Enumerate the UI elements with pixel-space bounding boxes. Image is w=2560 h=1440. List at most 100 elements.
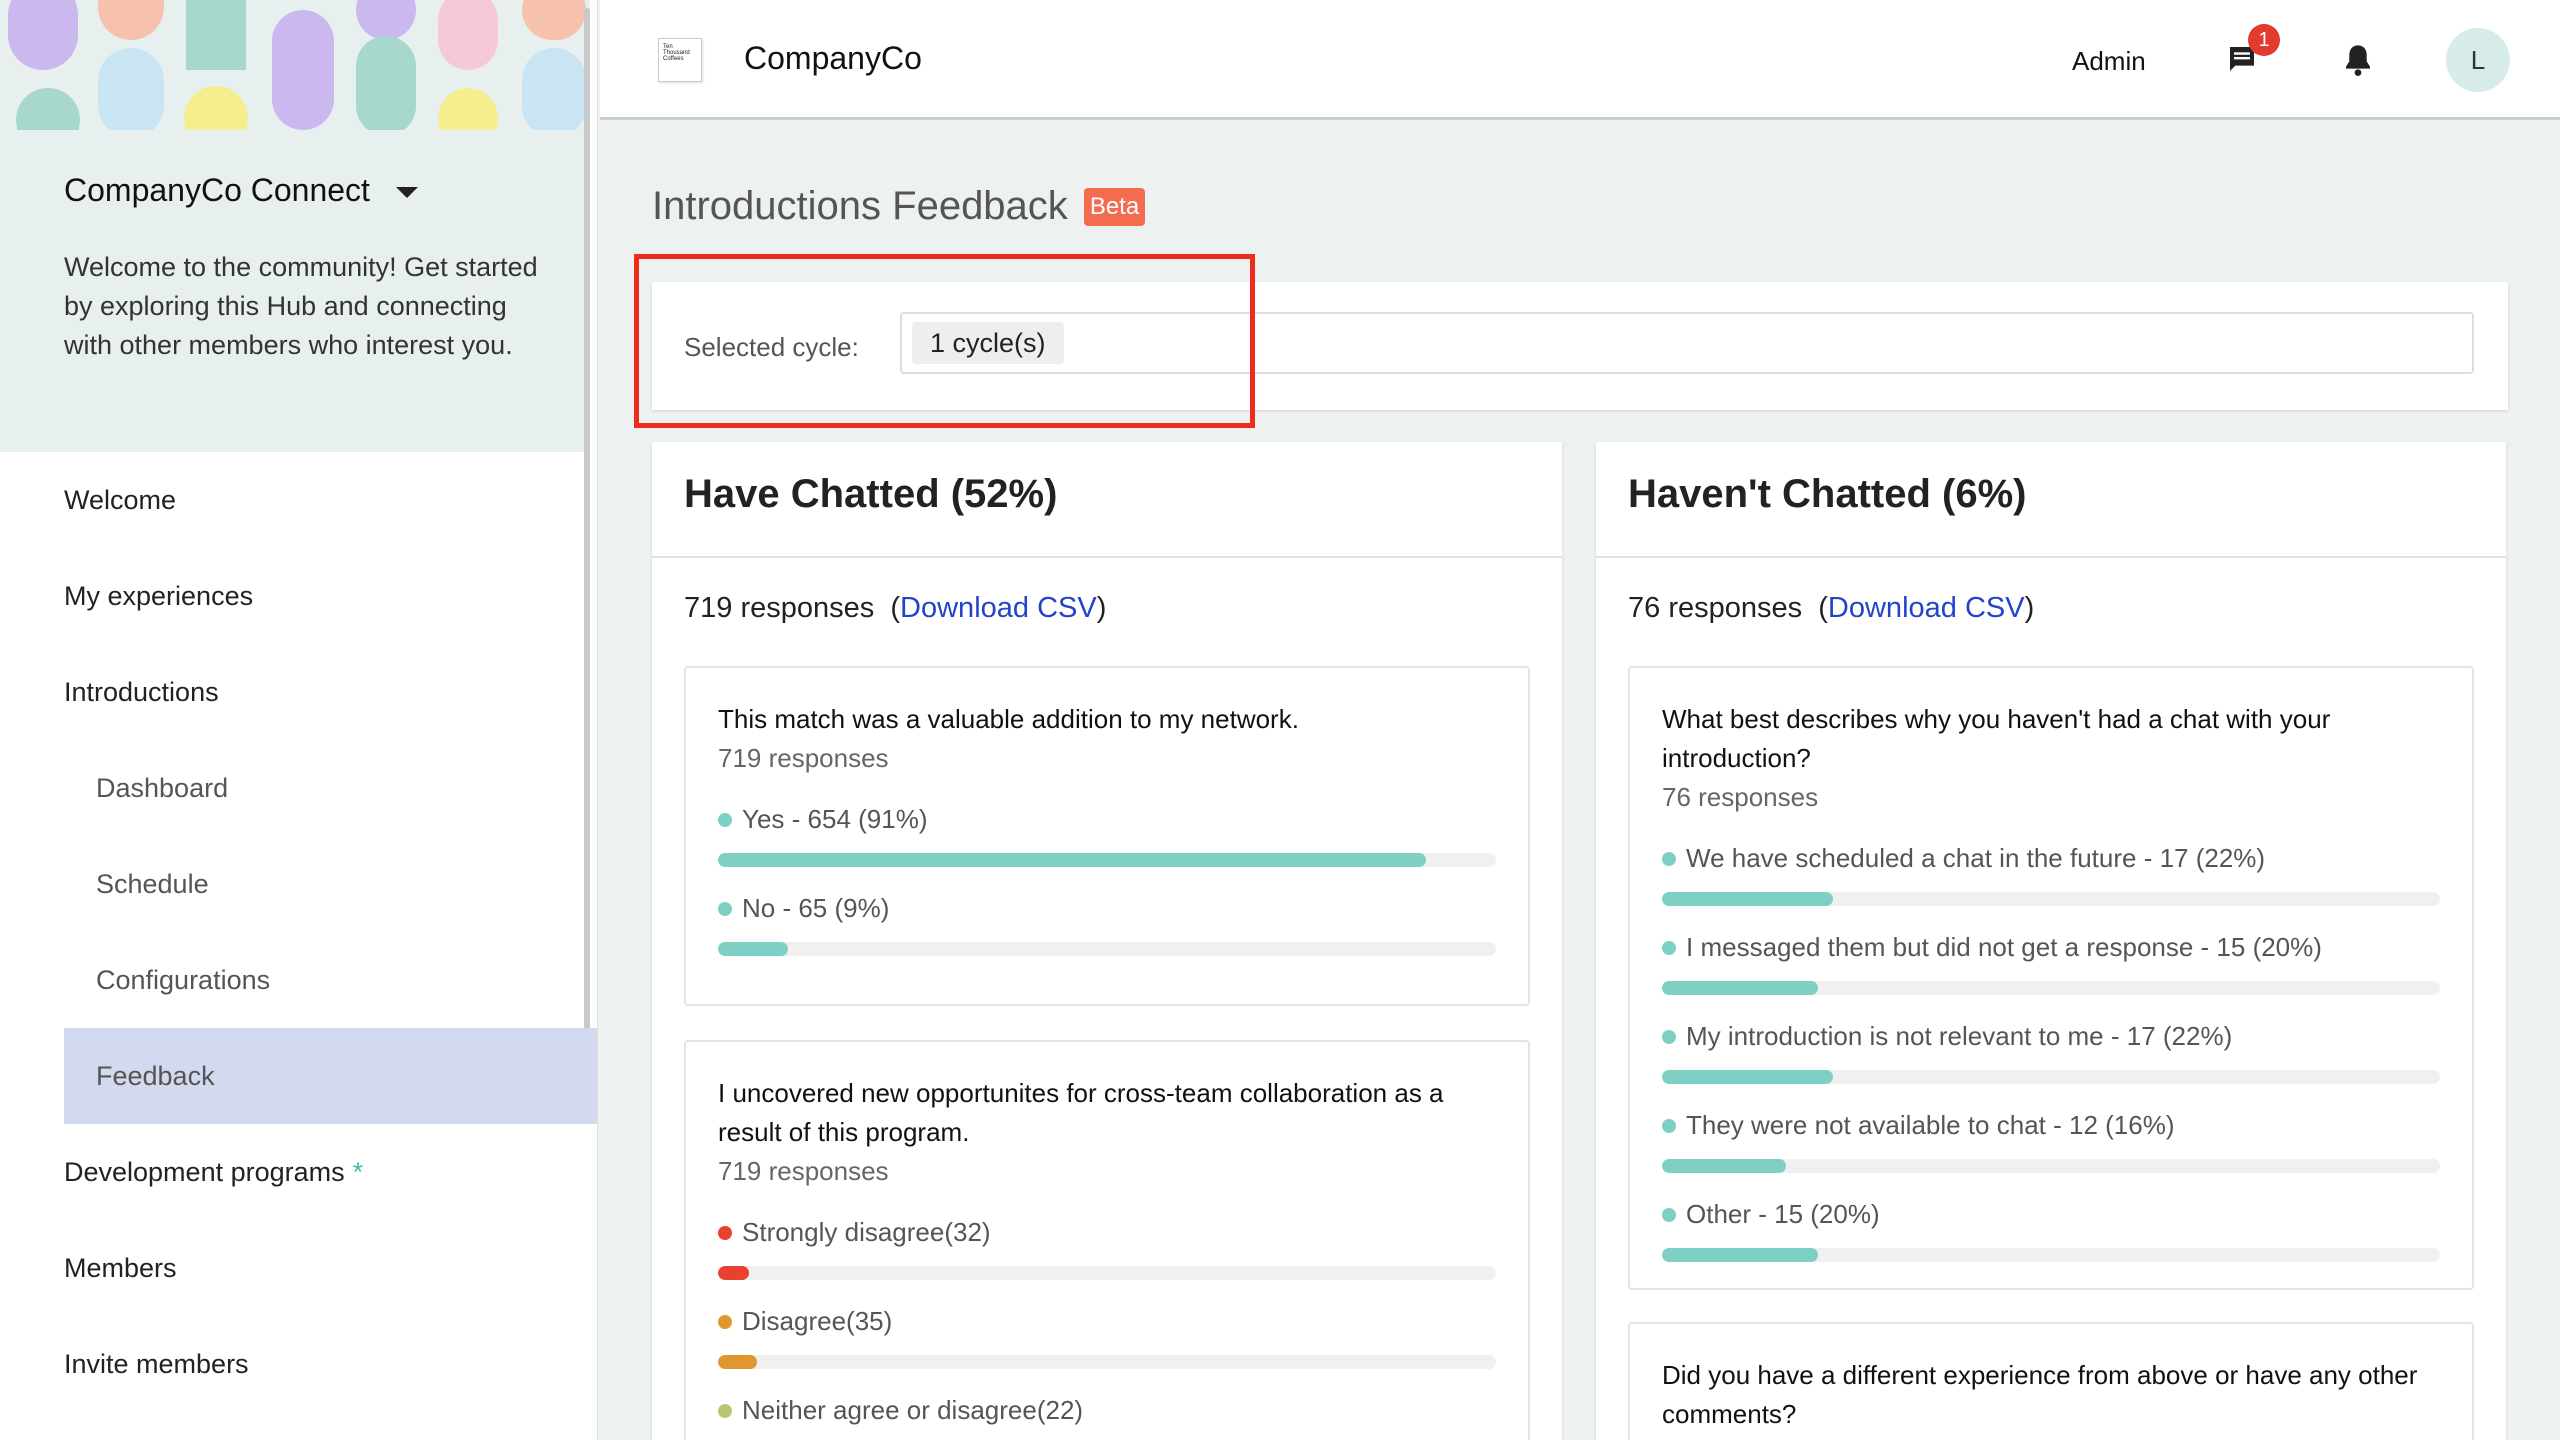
- option-label-row: Strongly disagree(32): [718, 1217, 1496, 1248]
- question-response-count: 76 responses: [1662, 782, 1819, 812]
- question-text: What best describes why you haven't had …: [1662, 704, 2331, 773]
- option-row: My introduction is not relevant to me - …: [1662, 1021, 2440, 1084]
- option-row: Disagree(35): [718, 1306, 1496, 1369]
- download-csv-link[interactable]: Download CSV: [1828, 592, 2025, 624]
- have-chatted-panel: Have Chatted (52%) 719 responses (Downlo…: [652, 442, 1562, 1440]
- option-row: They were not available to chat - 12 (16…: [1662, 1110, 2440, 1173]
- question-card: This match was a valuable addition to my…: [684, 666, 1530, 1006]
- hub-hero: CompanyCo Connect Welcome to the communi…: [0, 0, 590, 452]
- sidebar-item-introductions[interactable]: Introductions: [64, 644, 597, 740]
- sidebar-item-label: Schedule: [96, 868, 209, 899]
- sidebar-item-label: Feedback: [96, 1060, 215, 1091]
- sidebar-item-my-experiences[interactable]: My experiences: [64, 548, 597, 644]
- question-response-count: 719 responses: [718, 1156, 889, 1186]
- paren: ): [2024, 592, 2035, 624]
- option-label-row: Disagree(35): [718, 1306, 1496, 1337]
- option-row: Other - 15 (20%): [1662, 1199, 2440, 1262]
- legend-dot: [718, 1403, 732, 1418]
- option-label: They were not available to chat - 12 (16…: [1686, 1110, 2175, 1140]
- new-marker: *: [352, 1156, 364, 1187]
- response-count: 76 responses: [1628, 592, 1803, 624]
- beta-badge: Beta: [1083, 187, 1146, 226]
- option-bar-fill: [1662, 981, 1818, 995]
- option-bar: [1662, 981, 2440, 995]
- option-row: I messaged them but did not get a respon…: [1662, 932, 2440, 995]
- option-row: Neither agree or disagree(22): [718, 1395, 1496, 1440]
- sidebar-item-invite-members[interactable]: Invite members: [64, 1316, 597, 1412]
- sidebar-item-label: My experiences: [64, 580, 254, 611]
- cycle-filter-card: Selected cycle: 1 cycle(s): [652, 282, 2508, 410]
- option-bar-fill: [1662, 1159, 1787, 1173]
- option-bar: [1662, 1159, 2440, 1173]
- download-csv-link[interactable]: Download CSV: [900, 592, 1097, 624]
- sidebar-item-feedback[interactable]: Feedback: [64, 1028, 597, 1124]
- sidebar-item-label: Dashboard: [96, 772, 229, 803]
- option-row: No - 65 (9%): [718, 893, 1496, 956]
- cycle-label: Selected cycle:: [684, 332, 859, 362]
- option-bar: [718, 1266, 1496, 1280]
- sidebar-item-label: Configurations: [96, 964, 271, 995]
- panel-title: Have Chatted (52%): [652, 442, 1562, 558]
- legend-dot: [1662, 851, 1676, 866]
- response-count: 719 responses: [684, 592, 875, 624]
- paren: ): [1096, 592, 1107, 624]
- option-bar-fill: [718, 1266, 750, 1280]
- response-summary: 76 responses (Download CSV): [1628, 592, 2034, 625]
- hub-title: CompanyCo Connect: [64, 172, 370, 208]
- sidebar-item-label: Welcome: [64, 484, 177, 515]
- cycle-select[interactable]: 1 cycle(s): [900, 312, 2474, 374]
- legend-dot: [718, 1225, 732, 1240]
- option-label-row: Yes - 654 (91%): [718, 804, 1496, 835]
- option-row: Strongly disagree(32): [718, 1217, 1496, 1280]
- legend-dot: [1662, 1118, 1676, 1133]
- page-title: Introductions Feedback Beta: [652, 184, 1146, 229]
- option-bar: [718, 1355, 1496, 1369]
- option-label: Other - 15 (20%): [1686, 1199, 1880, 1229]
- logo-text: Ten Thousand Coffees: [663, 44, 690, 62]
- sidebar-item-members[interactable]: Members: [64, 1220, 597, 1316]
- option-label: My introduction is not relevant to me - …: [1686, 1021, 2233, 1051]
- sidebar: CompanyCo Connect Welcome to the communi…: [0, 0, 598, 1440]
- legend-dot: [718, 901, 732, 916]
- option-label: No - 65 (9%): [742, 893, 890, 923]
- option-label-row: My introduction is not relevant to me - …: [1662, 1021, 2440, 1052]
- sidebar-item-label: Introductions: [64, 676, 219, 707]
- option-label-row: I messaged them but did not get a respon…: [1662, 932, 2440, 963]
- option-label: I messaged them but did not get a respon…: [1686, 932, 2322, 962]
- paren: (: [1818, 592, 1828, 624]
- legend-dot: [718, 1314, 732, 1329]
- option-bar: [1662, 1248, 2440, 1262]
- option-bar-fill: [718, 853, 1426, 867]
- legend-dot: [1662, 1207, 1676, 1222]
- admin-link[interactable]: Admin: [2072, 46, 2146, 77]
- question-card: I uncovered new opportunites for cross-t…: [684, 1040, 1530, 1440]
- option-bar-fill: [718, 1355, 757, 1369]
- chat-notification-badge: 1: [2248, 24, 2280, 56]
- option-label-row: No - 65 (9%): [718, 893, 1496, 924]
- hub-switcher[interactable]: CompanyCo Connect: [64, 172, 418, 209]
- sidebar-item-label: Members: [64, 1252, 177, 1283]
- user-avatar[interactable]: L: [2446, 28, 2510, 92]
- cycle-chip[interactable]: 1 cycle(s): [912, 322, 1064, 364]
- option-bar: [718, 853, 1496, 867]
- sidebar-item-development-programs[interactable]: Development programs *: [64, 1124, 597, 1220]
- hub-description: Welcome to the community! Get started by…: [64, 252, 538, 360]
- question-card: What best describes why you haven't had …: [1628, 666, 2474, 1290]
- sidebar-item-configurations[interactable]: Configurations: [64, 932, 597, 1028]
- sidebar-item-welcome[interactable]: Welcome: [64, 452, 597, 548]
- decorative-pattern: [8, 0, 586, 130]
- caret-down-icon: [395, 187, 418, 198]
- option-row: We have scheduled a chat in the future -…: [1662, 843, 2440, 906]
- havent-chatted-panel: Haven't Chatted (6%) 76 responses (Downl…: [1596, 442, 2506, 1440]
- option-bar: [1662, 892, 2440, 906]
- paren: (: [890, 592, 901, 624]
- option-label-row: Neither agree or disagree(22): [718, 1395, 1496, 1426]
- bell-icon[interactable]: [2342, 42, 2374, 78]
- option-label: Strongly disagree(32): [742, 1217, 991, 1247]
- sidebar-item-schedule[interactable]: Schedule: [64, 836, 597, 932]
- option-label-row: We have scheduled a chat in the future -…: [1662, 843, 2440, 874]
- sidebar-item-dashboard[interactable]: Dashboard: [64, 740, 597, 836]
- company-logo[interactable]: Ten Thousand Coffees: [658, 38, 702, 82]
- sidebar-item-label: Invite members: [64, 1348, 249, 1379]
- option-label-row: Other - 15 (20%): [1662, 1199, 2440, 1230]
